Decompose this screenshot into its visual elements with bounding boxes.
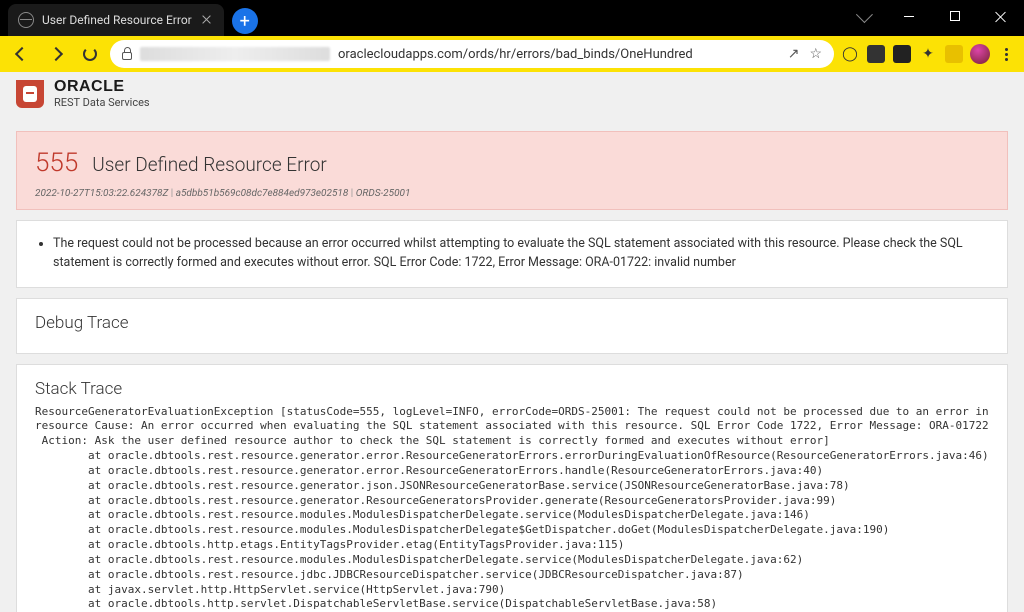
- stack-trace-title: Stack Trace: [35, 379, 989, 399]
- error-metadata: 2022-10-27T15:03:22.624378Za5dbb51b569c0…: [35, 188, 989, 199]
- extension-icon[interactable]: [866, 44, 886, 64]
- globe-icon: [18, 12, 34, 28]
- url-text: oraclecloudapps.com/ords/hr/errors/bad_b…: [338, 47, 693, 62]
- extension-icon[interactable]: [944, 44, 964, 64]
- bookmark-icon[interactable]: ☆: [809, 46, 822, 62]
- page-viewport[interactable]: ORACLE REST Data Services 555 User Defin…: [0, 72, 1024, 612]
- extension-icon[interactable]: ◯: [840, 44, 860, 64]
- chevron-down-icon: [856, 6, 873, 23]
- reload-icon: [83, 47, 97, 61]
- close-icon: [995, 10, 1007, 22]
- new-tab-button[interactable]: +: [232, 8, 258, 34]
- error-timestamp: 2022-10-27T15:03:22.624378Z: [35, 188, 168, 199]
- oracle-logo-icon: [16, 80, 44, 108]
- error-message: The request could not be processed becau…: [53, 235, 989, 273]
- minimize-icon: [904, 16, 914, 17]
- arrow-right-icon: [49, 47, 63, 61]
- debug-trace-title: Debug Trace: [35, 313, 989, 333]
- stack-trace-panel: Stack Trace ResourceGeneratorEvaluationE…: [16, 364, 1008, 612]
- error-ords-code: ORDS-25001: [348, 188, 410, 199]
- error-status-code: 555: [35, 148, 78, 178]
- extension-icons: ◯ ✦: [840, 44, 1016, 64]
- address-actions: ↗ ☆: [788, 46, 822, 62]
- maximize-icon: [950, 11, 960, 21]
- brand-subtitle: REST Data Services: [54, 96, 150, 109]
- stack-trace-content: ResourceGeneratorEvaluationException [st…: [35, 405, 989, 612]
- window-controls: [840, 0, 1024, 32]
- brand-header: ORACLE REST Data Services: [0, 72, 1024, 115]
- brand-name: ORACLE: [54, 78, 150, 96]
- toolbar: oraclecloudapps.com/ords/hr/errors/bad_b…: [0, 36, 1024, 72]
- profile-avatar[interactable]: [970, 44, 990, 64]
- back-button[interactable]: [8, 40, 36, 68]
- browser-menu-button[interactable]: [996, 44, 1016, 64]
- error-message-panel: The request could not be processed becau…: [16, 220, 1008, 288]
- url-redacted: [140, 47, 330, 61]
- error-hash: a5dbb51b569c08dc7e884ed973e02518: [168, 188, 348, 199]
- window-dropdown-button[interactable]: [840, 0, 886, 32]
- arrow-left-icon: [15, 47, 29, 61]
- tab-title: User Defined Resource Error: [42, 13, 192, 27]
- address-bar[interactable]: oraclecloudapps.com/ords/hr/errors/bad_b…: [110, 40, 834, 68]
- extension-icon[interactable]: [892, 44, 912, 64]
- share-icon[interactable]: ↗: [788, 46, 800, 62]
- extensions-puzzle-icon[interactable]: ✦: [918, 44, 938, 64]
- reload-button[interactable]: [76, 40, 104, 68]
- forward-button[interactable]: [42, 40, 70, 68]
- browser-tab[interactable]: User Defined Resource Error: [8, 4, 224, 36]
- error-title: User Defined Resource Error: [92, 153, 327, 176]
- debug-trace-panel: Debug Trace: [16, 298, 1008, 354]
- window-minimize-button[interactable]: [886, 0, 932, 32]
- window-close-button[interactable]: [978, 0, 1024, 32]
- error-panel: 555 User Defined Resource Error 2022-10-…: [16, 131, 1008, 210]
- lock-icon: [122, 52, 132, 60]
- window-maximize-button[interactable]: [932, 0, 978, 32]
- tab-close-button[interactable]: [200, 13, 214, 27]
